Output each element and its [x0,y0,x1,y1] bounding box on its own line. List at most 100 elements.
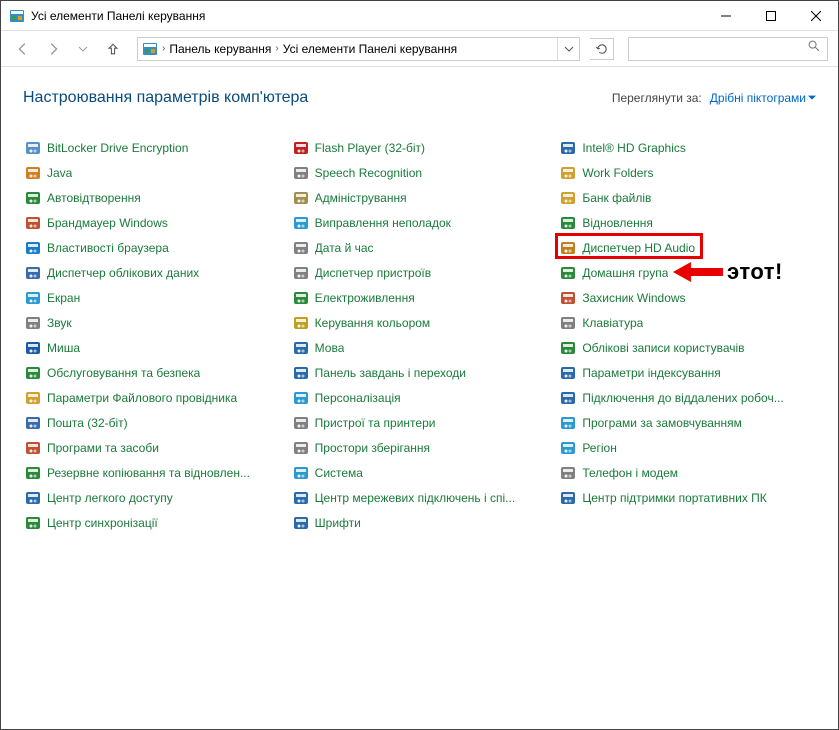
back-button[interactable] [11,37,35,61]
chevron-right-icon[interactable]: › [162,43,165,54]
item-mail[interactable]: Пошта (32-біт) [23,410,281,435]
item-defender[interactable]: Захисник Windows [558,285,816,310]
keyboard-icon [560,315,576,331]
item-power[interactable]: Електроживлення [291,285,549,310]
item-keyboard[interactable]: Клавіатура [558,310,816,335]
item-flash[interactable]: Flash Player (32-біт) [291,135,549,160]
item-backup-restore[interactable]: Резервне копіювання та відновлен... [23,460,281,485]
window-title: Усі елементи Панелі керування [31,9,703,23]
item-display[interactable]: Екран [23,285,281,310]
search-box[interactable] [628,37,828,61]
chevron-right-icon[interactable]: › [275,43,278,54]
breadcrumb-part[interactable]: Усі елементи Панелі керування [283,42,457,56]
item-firewall[interactable]: Брандмауер Windows [23,210,281,235]
search-icon[interactable] [807,39,821,58]
work-folders-icon [560,165,576,181]
item-taskbar-nav[interactable]: Панель завдань і переходи [291,360,549,385]
item-admin-tools[interactable]: Адміністрування [291,185,549,210]
item-label: Автовідтворення [47,191,141,205]
taskbar-nav-icon [293,365,309,381]
item-speech[interactable]: Speech Recognition [291,160,549,185]
breadcrumb-part[interactable]: Панель керування [169,42,271,56]
item-devices-printers[interactable]: Пристрої та принтери [291,410,549,435]
item-system[interactable]: Система [291,460,549,485]
item-device-mgr[interactable]: Диспетчер пристроїв [291,260,549,285]
devices-printers-icon [293,415,309,431]
item-work-folders[interactable]: Work Folders [558,160,816,185]
recent-dropdown[interactable] [71,37,95,61]
item-label: Звук [47,316,72,330]
sound-icon [25,315,41,331]
item-ease-of-access[interactable]: Центр легкого доступу [23,485,281,510]
item-region[interactable]: Регіон [558,435,816,460]
date-time-icon [293,240,309,256]
item-troubleshoot[interactable]: Виправлення неполадок [291,210,549,235]
item-homegroup[interactable]: Домашня група [558,260,816,285]
item-fonts[interactable]: Шрифти [291,510,549,535]
user-accounts-icon [560,340,576,356]
maximize-button[interactable] [748,1,793,30]
item-credential-mgr[interactable]: Диспетчер облікових даних [23,260,281,285]
item-bitlocker[interactable]: BitLocker Drive Encryption [23,135,281,160]
item-label: Підключення до віддалених робоч... [582,391,783,405]
item-sound[interactable]: Звук [23,310,281,335]
item-label: Система [315,466,363,480]
homegroup-icon [560,265,576,281]
item-java[interactable]: Java [23,160,281,185]
item-label: Параметри індексування [582,366,720,380]
item-label: Брандмауер Windows [47,216,168,230]
item-label: Пошта (32-біт) [47,416,128,430]
item-remoteapp[interactable]: Підключення до віддалених робоч... [558,385,816,410]
default-programs-icon [560,415,576,431]
item-label: Облікові записи користувачів [582,341,744,355]
mouse-icon [25,340,41,356]
address-dropdown[interactable] [557,38,579,60]
item-user-accounts[interactable]: Облікові записи користувачів [558,335,816,360]
item-storage-spaces[interactable]: Простори зберігання [291,435,549,460]
minimize-button[interactable] [703,1,748,30]
item-maintenance[interactable]: Обслуговування та безпека [23,360,281,385]
item-label: Пристрої та принтери [315,416,436,430]
page-heading: Настроювання параметрів комп'ютера [23,89,308,107]
item-label: Java [47,166,72,180]
item-file-bank[interactable]: Банк файлів [558,185,816,210]
item-sync-center[interactable]: Центр синхронізації [23,510,281,535]
item-network-sharing[interactable]: Центр мережевих підключень і спі... [291,485,549,510]
item-personalize[interactable]: Персоналізація [291,385,549,410]
backup-restore-icon [25,465,41,481]
intel-hd-icon [560,140,576,156]
refresh-button[interactable] [590,38,614,60]
search-input[interactable] [635,42,807,56]
item-programs-features[interactable]: Програми та засоби [23,435,281,460]
view-by-dropdown[interactable]: Дрібні піктограми [710,91,816,105]
address-bar[interactable]: › Панель керування › Усі елементи Панелі… [137,37,580,61]
item-color-mgmt[interactable]: Керування кольором [291,310,549,335]
item-hd-audio[interactable]: Диспетчер HD Audio [558,235,816,260]
item-autoplay[interactable]: Автовідтворення [23,185,281,210]
item-language[interactable]: Мова [291,335,549,360]
personalize-icon [293,390,309,406]
item-default-programs[interactable]: Програми за замовчуванням [558,410,816,435]
item-label: Диспетчер пристроїв [315,266,431,280]
programs-features-icon [25,440,41,456]
item-mobility-center[interactable]: Центр підтримки портативних ПК [558,485,816,510]
item-label: Обслуговування та безпека [47,366,200,380]
forward-button[interactable] [41,37,65,61]
item-recovery[interactable]: Відновлення [558,210,816,235]
items-grid: BitLocker Drive Encryption Java Автовідтво… [23,135,816,535]
item-intel-hd[interactable]: Intel® HD Graphics [558,135,816,160]
item-date-time[interactable]: Дата й час [291,235,549,260]
item-file-explorer-opts[interactable]: Параметри Файлового провідника [23,385,281,410]
item-label: Відновлення [582,216,653,230]
item-label: Банк файлів [582,191,651,205]
item-label: Керування кольором [315,316,431,330]
view-by-label: Переглянути за: [612,91,702,105]
close-button[interactable] [793,1,838,30]
item-mouse[interactable]: Миша [23,335,281,360]
item-browser-props[interactable]: Властивості браузера [23,235,281,260]
item-phone-modem[interactable]: Телефон і модем [558,460,816,485]
troubleshoot-icon [293,215,309,231]
control-panel-icon [142,41,158,57]
item-indexing[interactable]: Параметри індексування [558,360,816,385]
up-button[interactable] [101,37,125,61]
